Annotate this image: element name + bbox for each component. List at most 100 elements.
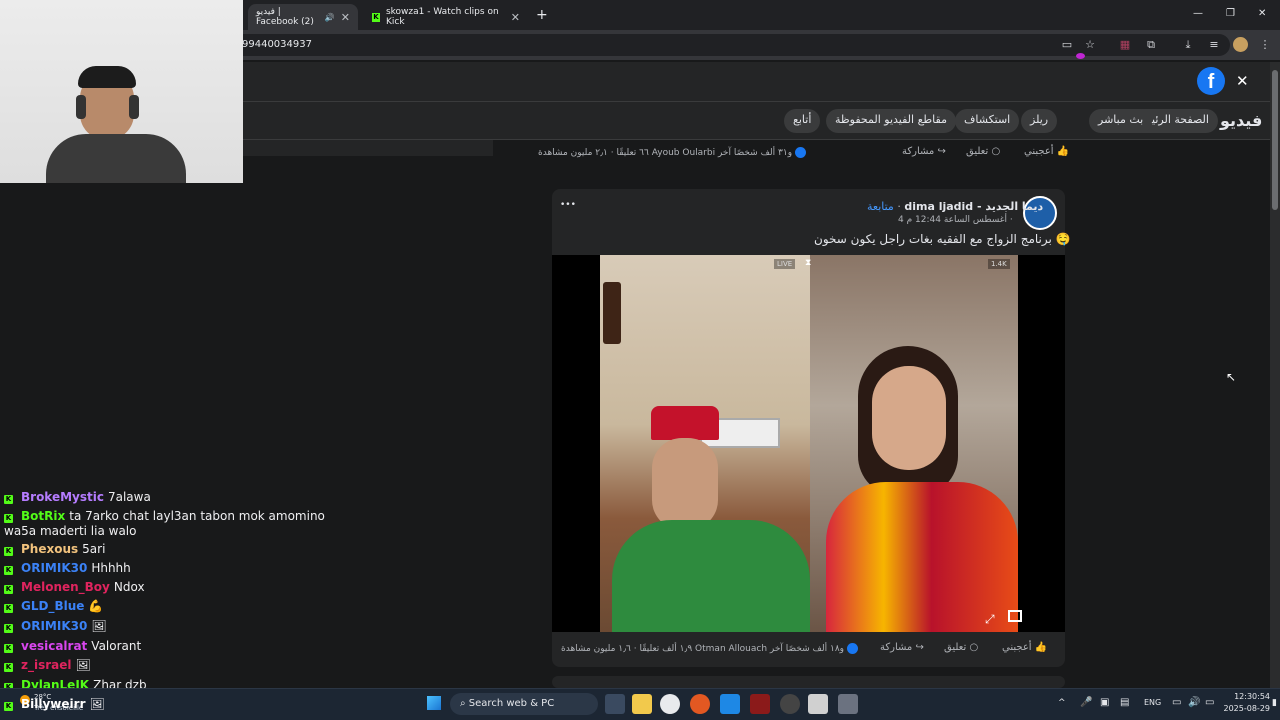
chat-message: Kz_israel 🖼 — [4, 657, 91, 673]
file-explorer-icon[interactable] — [632, 694, 652, 714]
comment-button[interactable]: تعليق ○ — [966, 146, 1000, 157]
kick-icon: K — [4, 604, 13, 613]
chat-text: Valorant — [91, 639, 142, 653]
post-header: متابعة · dima ljadid - ديما الجديد — [867, 200, 1043, 213]
chat-username: z_israel — [21, 658, 72, 672]
like-label: أعجبني — [1024, 146, 1054, 157]
bookmark-star-icon[interactable]: ☆ — [1083, 38, 1097, 52]
task-view-icon[interactable] — [605, 694, 625, 714]
nav-reels[interactable]: ريلز — [1021, 109, 1058, 133]
like-button[interactable]: أعجبني 👍 — [1024, 146, 1069, 157]
nav-live[interactable]: بث مباشر — [1089, 109, 1153, 133]
tab-facebook[interactable]: فيديو | Facebook (2) 🔊 ✕ — [248, 4, 358, 30]
comment-button[interactable]: تعليق ○ — [944, 642, 978, 653]
browser-menu-icon[interactable]: ⋮ — [1258, 38, 1272, 52]
person-green-robe — [612, 520, 810, 632]
firefox-icon[interactable] — [690, 694, 710, 714]
nav-saved-videos[interactable]: مقاطع الفيديو المحفوظة — [826, 109, 956, 133]
language-indicator[interactable]: ENG — [1144, 698, 1161, 707]
reading-list-icon[interactable]: ≡ — [1207, 38, 1221, 52]
headphones — [76, 95, 86, 119]
streamer-hair — [78, 66, 136, 88]
network-icon[interactable]: ▭ — [1172, 697, 1181, 708]
search-icon: ⌕ — [460, 698, 466, 709]
share-icon: ↪ — [915, 642, 924, 653]
app-icon[interactable] — [750, 694, 770, 714]
wall-clock — [603, 282, 621, 344]
scrollbar-thumb[interactable] — [1272, 70, 1278, 210]
windows-start-icon[interactable] — [427, 696, 441, 710]
close-tab-icon[interactable]: ✕ — [511, 11, 520, 24]
chat-message: K Phexous 5ari — [4, 541, 105, 557]
comment-label: تعليق — [966, 146, 989, 157]
tab-kick[interactable]: K skowza1 - Watch clips on Kick ✕ — [364, 4, 528, 30]
separator-dot: · — [897, 200, 901, 213]
app-icon[interactable] — [808, 694, 828, 714]
share-label: مشاركة — [902, 146, 935, 157]
like-label: أعجبني — [1002, 642, 1032, 653]
chat-username: Phexous — [21, 542, 79, 556]
page-name-link[interactable]: dima ljadid - ديما الجديد — [904, 200, 1043, 213]
nav-explore[interactable]: استكشاف — [955, 109, 1020, 133]
taskbar-search[interactable]: ⌕ Search web & PC — [450, 693, 598, 715]
follow-link[interactable]: متابعة — [867, 200, 894, 213]
minimize-button[interactable]: — — [1193, 8, 1203, 19]
close-viewer-button[interactable]: ✕ — [1236, 72, 1249, 90]
tray-app-icon[interactable]: ▤ — [1120, 697, 1129, 708]
share-icon: ↪ — [937, 146, 946, 157]
post-caption: برنامج الزواج مع الفقيه بغات راجل يكون س… — [814, 232, 1071, 246]
post-menu-button[interactable]: ••• — [560, 200, 576, 210]
chat-message: K ORIMIK30 🖼 — [4, 618, 107, 634]
post-stats: ١٫٩ ألف تعليقًا · ١٫٦ مليون مشاهدة Otman… — [561, 643, 858, 654]
chat-message: K Billyweirr 🖼 — [4, 696, 105, 712]
person-face — [652, 438, 718, 530]
cast-icon[interactable]: ▭ — [1060, 38, 1074, 52]
headphones — [129, 95, 139, 119]
chat-message: K Melonen_Boy Ndox — [4, 579, 145, 595]
download-icon[interactable]: ⤓ — [1181, 38, 1195, 52]
calculator-icon[interactable] — [838, 694, 858, 714]
tray-chevron-icon[interactable]: ^ — [1058, 698, 1066, 708]
mic-icon[interactable]: 🎤 — [1080, 697, 1092, 708]
chat-username: ORIMIK30 — [21, 561, 88, 575]
comment-label: تعليق — [944, 642, 967, 653]
mouse-cursor-icon: ↖ — [1226, 370, 1237, 384]
clock-date[interactable]: 2025-08-29 — [1216, 704, 1271, 713]
chat-emote: 🖼 — [75, 658, 91, 672]
share-button[interactable]: مشاركة ↪ — [880, 642, 924, 653]
chat-username: vesicalrat — [21, 639, 88, 653]
photos-icon[interactable] — [720, 694, 740, 714]
facebook-logo-icon[interactable]: f — [1197, 67, 1225, 95]
chat-message: Kvesicalrat Valorant — [4, 638, 141, 654]
volume-icon[interactable]: 🔊 — [1188, 697, 1200, 708]
obs-icon[interactable] — [780, 694, 800, 714]
thumbs-up-icon: 👍 — [1034, 642, 1048, 653]
chat-username: Melonen_Boy — [21, 580, 110, 594]
clock-time[interactable]: 12:30:54 — [1224, 692, 1270, 701]
page-title: فيديو — [1220, 111, 1263, 130]
tray-app-icon[interactable]: ▣ — [1100, 697, 1109, 708]
chat-username: GLD_Blue — [21, 599, 85, 613]
post-time[interactable]: 4 أغسطس الساعة 12:44 م · — [898, 215, 1013, 225]
search-label: Search web & PC — [468, 698, 555, 709]
window-close-button[interactable]: ✕ — [1258, 8, 1266, 19]
battery-icon[interactable]: ▭ — [1205, 697, 1214, 708]
restore-button[interactable]: ❐ — [1226, 8, 1235, 19]
miniplayer-icon[interactable] — [1008, 610, 1022, 622]
profile-avatar[interactable] — [1233, 37, 1248, 52]
comment-icon: ○ — [991, 146, 1001, 157]
share-button[interactable]: مشاركة ↪ — [902, 146, 946, 157]
person-colorful-dress — [826, 482, 1018, 632]
chat-emote: 💪 — [88, 599, 104, 613]
notification-icon[interactable]: ▮ — [1272, 698, 1277, 708]
close-tab-icon[interactable]: ✕ — [341, 11, 350, 24]
nav-following[interactable]: أتابع — [784, 109, 821, 133]
like-button[interactable]: أعجبني 👍 — [1002, 642, 1047, 653]
extension-icon[interactable]: ▦ — [1118, 38, 1132, 52]
chat-username: Billyweirr — [21, 697, 86, 711]
fullscreen-icon[interactable]: ⤢ — [985, 612, 995, 627]
new-tab-button[interactable]: + — [536, 7, 548, 23]
extensions-puzzle-icon[interactable]: ⧉ — [1144, 38, 1158, 52]
chat-message: K BrokeMystic 7alawa — [4, 489, 151, 505]
chrome-icon[interactable] — [660, 694, 680, 714]
